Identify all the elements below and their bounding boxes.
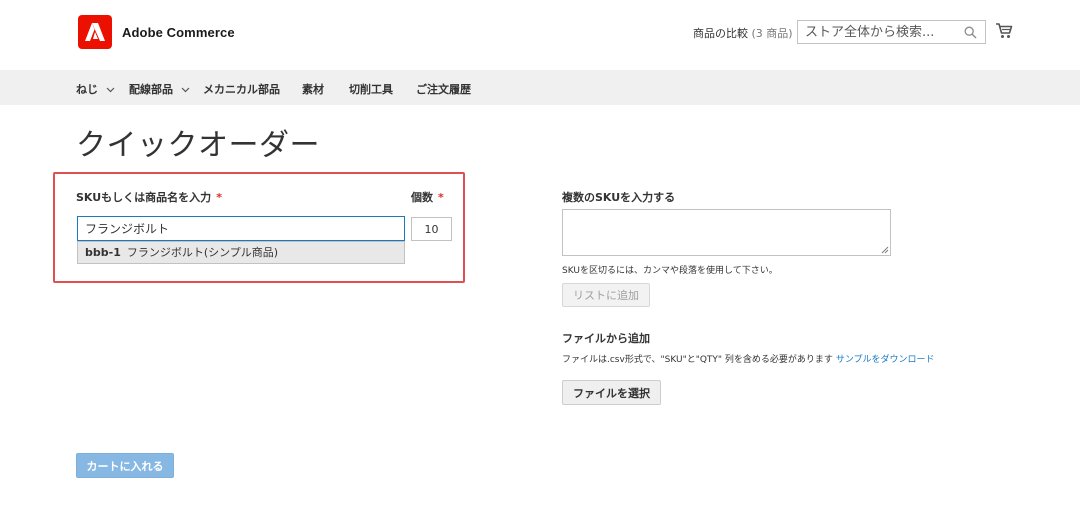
required-mark: *	[216, 191, 222, 204]
search-box	[797, 20, 986, 44]
chevron-down-icon	[106, 87, 115, 93]
nav-item-order-history[interactable]: ご注文履歴	[416, 81, 471, 97]
file-hint-text: ファイルは.csv形式で、"SKU"と"QTY" 列を含める必要があります	[562, 355, 833, 365]
sku-label-text: SKUもしくは商品名を入力	[76, 191, 212, 204]
qty-label: 個数 *	[411, 189, 444, 205]
download-sample-link[interactable]: サンプルをダウンロード	[836, 355, 935, 365]
logo-text: Adobe Commerce	[122, 24, 235, 40]
resize-grip-icon[interactable]	[881, 246, 889, 254]
nav-item-label: 切削工具	[349, 83, 393, 96]
compare-label: 商品の比較	[693, 27, 748, 40]
search-input[interactable]	[798, 21, 958, 44]
nav-item-label: メカニカル部品	[203, 83, 280, 96]
store-logo[interactable]: Adobe Commerce	[78, 15, 235, 49]
sku-input[interactable]	[77, 216, 405, 241]
compare-products-link[interactable]: 商品の比較 (3 商品)	[693, 25, 793, 41]
add-to-cart-button[interactable]: カートに入れる	[76, 453, 174, 478]
nav-item-label: 素材	[302, 83, 324, 96]
sku-suggestion-item[interactable]: bbb-1 フランジボルト(シンプル商品)	[77, 241, 405, 264]
main-navigation: ねじ 配線部品 メカニカル部品 素材 切削工具 ご注文履歴	[0, 70, 1080, 105]
nav-item-label: 配線部品	[129, 83, 173, 96]
qty-label-text: 個数	[411, 191, 433, 204]
nav-item-screws[interactable]: ねじ	[76, 81, 115, 97]
multi-sku-textarea[interactable]	[562, 209, 891, 256]
nav-item-cutting-tools[interactable]: 切削工具	[349, 81, 393, 97]
search-icon[interactable]	[964, 26, 977, 39]
adobe-logo-icon	[78, 15, 112, 49]
nav-item-label: ねじ	[76, 83, 98, 96]
nav-item-materials[interactable]: 素材	[302, 81, 324, 97]
nav-item-wiring[interactable]: 配線部品	[129, 81, 190, 97]
add-to-list-button[interactable]: リストに追加	[562, 283, 650, 307]
file-hint: ファイルは.csv形式で、"SKU"と"QTY" 列を含める必要があります サン…	[562, 352, 935, 365]
choose-file-button[interactable]: ファイルを選択	[562, 380, 661, 405]
sku-label: SKUもしくは商品名を入力 *	[76, 189, 222, 205]
compare-count: (3 商品)	[751, 27, 793, 40]
qty-input[interactable]	[411, 217, 452, 241]
cart-icon[interactable]	[995, 22, 1013, 39]
page-header: Adobe Commerce 商品の比較 (3 商品)	[0, 0, 1080, 70]
file-section-label: ファイルから追加	[562, 332, 650, 345]
suggestion-name: フランジボルト(シンプル商品)	[126, 246, 279, 259]
nav-item-mechanical[interactable]: メカニカル部品	[203, 81, 280, 97]
multi-sku-label: 複数のSKUを入力する	[562, 191, 676, 204]
page-title: クイックオーダー	[76, 128, 320, 163]
chevron-down-icon	[181, 87, 190, 93]
nav-item-label: ご注文履歴	[416, 83, 471, 96]
suggestion-sku: bbb-1	[85, 246, 121, 259]
required-mark: *	[438, 191, 444, 204]
multi-sku-hint: SKUを区切るには、カンマや段落を使用して下さい。	[562, 266, 778, 276]
